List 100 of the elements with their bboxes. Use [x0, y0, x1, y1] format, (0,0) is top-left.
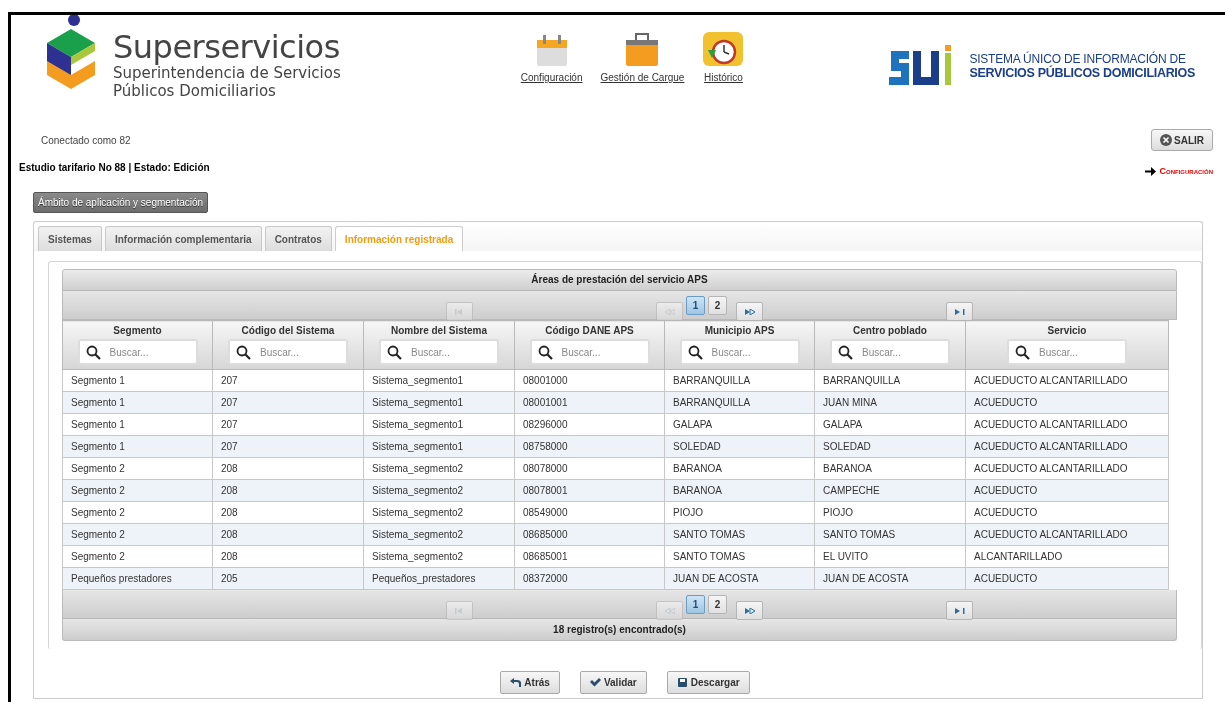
table-cell: ACUEDUCTO — [965, 479, 1169, 502]
table-cell: SANTO TOMAS — [664, 523, 815, 546]
table-cell: JUAN DE ACOSTA — [814, 567, 966, 590]
next-page-button[interactable] — [736, 601, 763, 620]
search-icon — [85, 345, 101, 360]
tab[interactable]: Sistemas — [38, 226, 102, 251]
table-cell: Segmento 2 — [62, 457, 213, 480]
back-button[interactable]: Atrás — [500, 671, 560, 694]
table-cell: 208 — [212, 545, 364, 568]
table-cell: Segmento 1 — [62, 413, 213, 436]
search-field[interactable]: Buscar... — [379, 339, 499, 365]
logout-button[interactable]: SALIR — [1151, 129, 1213, 151]
table-cell: Pequeños prestadores — [62, 567, 213, 590]
table-cell: GALAPA — [814, 413, 966, 436]
brand-subtitle: Públicos Domiciliarios — [113, 82, 277, 100]
last-page-button[interactable] — [946, 601, 973, 620]
previous-page-icon — [664, 607, 675, 614]
page-button[interactable]: 2 — [708, 594, 727, 614]
table-cell: Sistema_segmento1 — [363, 435, 515, 458]
table-cell: PIOJO — [814, 501, 966, 524]
table-cell: 08078001 — [514, 479, 665, 502]
table-cell: BARANOA — [664, 457, 815, 480]
table-cell: 08372000 — [514, 567, 665, 590]
page-button[interactable]: 1 — [686, 594, 705, 614]
table-cell: Sistema_segmento1 — [363, 369, 515, 392]
table-cell: ACUEDUCTO ALCANTARILLADO — [965, 413, 1169, 436]
previous-page-icon — [664, 308, 675, 315]
table-cell: 08001001 — [514, 391, 665, 414]
search-field[interactable]: Buscar... — [1007, 339, 1127, 365]
page-button[interactable]: 2 — [708, 295, 727, 315]
column-title: Segmento — [112, 325, 163, 336]
table-cell: Sistema_segmento2 — [363, 457, 515, 480]
close-icon — [1160, 134, 1172, 146]
validate-button[interactable]: Validar — [579, 671, 647, 694]
undo-arrow-icon — [510, 677, 522, 688]
table-cell: 08685000 — [514, 523, 665, 546]
search-icon — [1015, 345, 1030, 360]
table-cell: 08758000 — [514, 435, 665, 458]
search-icon — [838, 345, 853, 360]
table-cell: 205 — [212, 567, 364, 590]
table-cell: 207 — [212, 435, 364, 458]
search-field[interactable]: Buscar... — [228, 339, 348, 365]
table-cell: Sistema_segmento2 — [363, 545, 515, 568]
download-button[interactable]: Descargar — [666, 671, 750, 694]
next-page-icon — [744, 308, 755, 315]
search-icon — [537, 345, 553, 360]
nav-link[interactable]: Gestión de Cargue — [600, 72, 685, 83]
briefcase-icon — [624, 32, 661, 68]
table-cell: GALAPA — [664, 413, 815, 436]
column-title: Nombre del Sistema — [389, 325, 489, 336]
table-cell: ACUEDUCTO ALCANTARILLADO — [965, 435, 1169, 458]
table-cell: Sistema_segmento1 — [363, 413, 515, 436]
section-button[interactable]: Ámbito de aplicación y segmentación — [33, 192, 209, 213]
table-cell: ACUEDUCTO ALCANTARILLADO — [965, 457, 1169, 480]
search-field[interactable]: Buscar... — [77, 339, 198, 365]
table-cell: SANTO TOMAS — [664, 545, 815, 568]
table-cell: ACUEDUCTO ALCANTARILLADO — [965, 523, 1169, 546]
search-field[interactable]: Buscar... — [830, 339, 950, 365]
column-title: Centro poblado — [852, 325, 928, 336]
configuration-link[interactable]: Configuración — [1159, 166, 1213, 176]
nav-link[interactable]: Configuración — [520, 72, 583, 83]
table-cell: Sistema_segmento2 — [363, 523, 515, 546]
table-cell: Segmento 2 — [62, 545, 213, 568]
table-cell: ACUEDUCTO — [965, 501, 1169, 524]
table-cell: Segmento 2 — [62, 479, 213, 502]
table-cell: BARRANQUILLA — [664, 369, 815, 392]
table-cell: Sistema_segmento2 — [363, 501, 515, 524]
table-cell: SANTO TOMAS — [814, 523, 966, 546]
table-cell: JUAN MINA — [814, 391, 966, 414]
table-cell: Segmento 1 — [62, 435, 213, 458]
table-cell: 08549000 — [514, 501, 665, 524]
table-cell: 08001000 — [514, 369, 665, 392]
search-field[interactable]: Buscar... — [529, 339, 650, 365]
search-icon — [387, 345, 402, 360]
last-page-button[interactable] — [946, 302, 973, 321]
study-status: Estudio tarifario No 88 | Estado: Edición — [19, 161, 210, 173]
table-title: Áreas de prestación del servicio APS — [62, 269, 1177, 291]
table-cell: 08078000 — [514, 457, 665, 480]
table-cell: CAMPECHE — [814, 479, 966, 502]
table-cell: Pequeños_prestadores — [363, 567, 515, 590]
table-cell: 208 — [212, 457, 364, 480]
connected-user: Conectado como 82 — [41, 134, 131, 146]
tab[interactable]: Información complementaria — [104, 226, 262, 251]
nav-link[interactable]: Histórico — [704, 72, 743, 83]
tab[interactable]: Contratos — [264, 226, 332, 251]
last-page-icon — [954, 308, 965, 315]
table-cell: PIOJO — [664, 501, 815, 524]
brand-subtitle: Superintendencia de Servicios — [113, 64, 341, 82]
table-cell: 207 — [212, 413, 364, 436]
table-cell: 207 — [212, 391, 364, 414]
column-title: Código del Sistema — [240, 325, 336, 336]
search-field[interactable]: Buscar... — [679, 339, 800, 365]
table-cell: 207 — [212, 369, 364, 392]
column-title: Municipio APS — [703, 325, 776, 336]
table-cell: Sistema_segmento1 — [363, 391, 515, 414]
next-page-button[interactable] — [736, 302, 763, 321]
page-button[interactable]: 1 — [686, 295, 705, 315]
table-cell: 208 — [212, 501, 364, 524]
column-title: Código DANE APS — [544, 325, 635, 336]
first-page-icon — [454, 308, 465, 315]
